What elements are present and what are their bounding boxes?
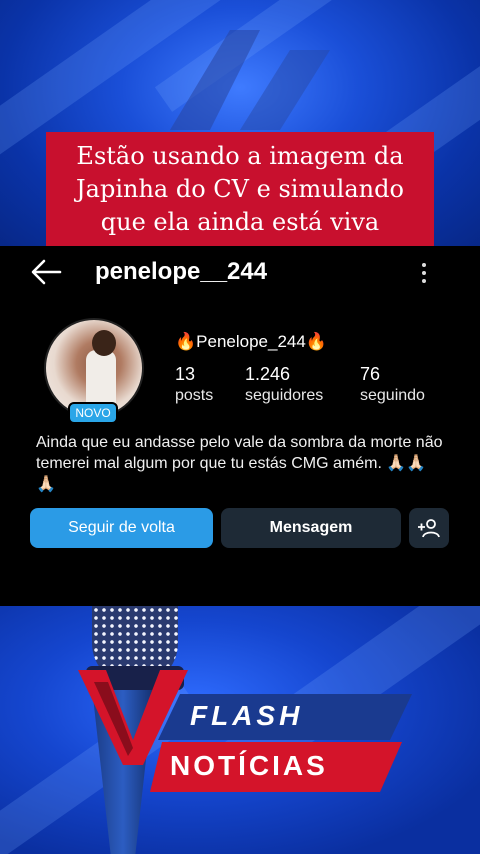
brand-noticias-text: NOTÍCIAS: [170, 750, 328, 781]
profile-username-title: penelope__244: [95, 258, 268, 285]
headline-text: Estão usando a imagem da Japinha do CV e…: [76, 141, 404, 236]
headline-banner: Estão usando a imagem da Japinha do CV e…: [46, 132, 434, 246]
follow-back-button[interactable]: Seguir de volta: [30, 508, 213, 548]
logo-watermark: [170, 30, 330, 130]
more-vertical-icon[interactable]: [418, 261, 430, 285]
posts-count: 13: [175, 364, 196, 384]
following-label: seguindo: [360, 387, 425, 404]
followers-label: seguidores: [245, 387, 324, 404]
posts-stat[interactable]: 13 posts: [175, 364, 213, 405]
add-user-icon: [418, 519, 440, 538]
profile-top-bar: penelope__244: [0, 246, 480, 302]
avatar-container[interactable]: NOVO: [44, 318, 144, 424]
arrow-left-icon[interactable]: [30, 258, 62, 286]
brand-flash-text: FLASH: [190, 700, 304, 731]
posts-label: posts: [175, 387, 214, 404]
following-stat[interactable]: 76 seguindo: [360, 364, 425, 405]
followers-count: 1.246: [245, 364, 291, 384]
following-count: 76: [360, 364, 381, 384]
display-name: 🔥Penelope_244🔥: [175, 332, 327, 351]
message-button[interactable]: Mensagem: [221, 508, 401, 548]
profile-bio: Ainda que eu andasse pelo vale da sombra…: [36, 434, 443, 493]
add-user-button[interactable]: [409, 508, 449, 548]
new-badge: NOVO: [68, 402, 118, 424]
followers-stat[interactable]: 1.246 seguidores: [245, 364, 323, 405]
instagram-profile-screenshot: penelope__244 NOVO 🔥Penelope_244🔥 13 pos…: [0, 246, 480, 606]
